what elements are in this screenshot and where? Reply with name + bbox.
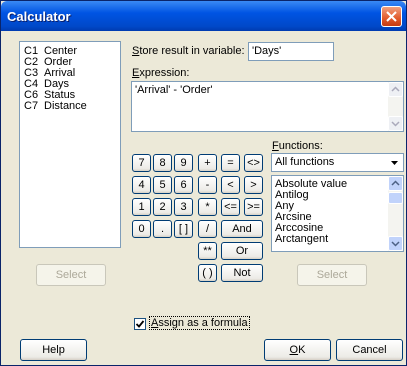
key-6-button[interactable]: 6 — [174, 176, 193, 194]
close-icon — [386, 11, 397, 22]
key-plus-label: + — [204, 157, 211, 169]
title-bar[interactable]: Calculator — [1, 1, 406, 31]
key-less-equal-label: <= — [224, 201, 237, 213]
assign-formula-checkbox[interactable] — [134, 318, 146, 330]
key-5-button[interactable]: 5 — [153, 176, 172, 194]
scroll-up-button[interactable] — [388, 82, 403, 97]
functions-label: Functions: — [272, 140, 323, 152]
key-less-than-button[interactable]: < — [221, 176, 240, 194]
key-1-label: 1 — [138, 201, 145, 213]
function-category-value: All functions — [275, 156, 335, 168]
expression-scrollbar[interactable] — [388, 82, 403, 131]
key-0-button[interactable]: 0 — [132, 220, 151, 238]
close-button[interactable] — [381, 6, 402, 27]
function-category-select[interactable]: All functions — [271, 153, 404, 172]
key-equals-label: = — [227, 157, 234, 169]
key-4-label: 4 — [138, 179, 145, 191]
key-2-button[interactable]: 2 — [153, 198, 172, 216]
column-name: Distance — [44, 100, 87, 112]
key-multiply-label: * — [205, 201, 210, 213]
key-brackets-button[interactable]: [ ] — [174, 220, 193, 238]
calculator-dialog: Calculator C1 Center C2 Order C3 Arrival C4 Day… — [0, 0, 407, 366]
functions-scrollbar[interactable] — [388, 176, 403, 251]
assign-formula-label[interactable]: Assign as a formula — [149, 316, 250, 330]
key-3-button[interactable]: 3 — [174, 198, 193, 216]
key-plus-button[interactable]: + — [198, 154, 217, 172]
key-3-label: 3 — [180, 201, 187, 213]
key-greater-equal-label: >= — [247, 201, 260, 213]
store-result-label: Store result in variable: — [132, 45, 245, 57]
checkmark-icon — [135, 320, 145, 328]
key-brackets-label: [ ] — [178, 223, 189, 235]
key-not-equal-button[interactable]: <> — [244, 154, 263, 172]
key-8-label: 8 — [159, 157, 166, 169]
help-label: Help — [42, 344, 65, 356]
key-multiply-button[interactable]: * — [198, 198, 217, 216]
scroll-down-button[interactable] — [388, 236, 403, 251]
key-decimal-button[interactable]: . — [153, 220, 172, 238]
key-0-label: 0 — [138, 223, 145, 235]
key-greater-than-label: > — [250, 179, 257, 191]
cancel-button[interactable]: Cancel — [336, 339, 403, 361]
store-result-value: 'Days' — [252, 45, 282, 57]
key-7-label: 7 — [138, 157, 145, 169]
help-button[interactable]: Help — [20, 339, 87, 361]
column-id: C7 — [24, 100, 39, 112]
function-item[interactable]: Arctangent — [275, 233, 328, 245]
expression-label: Expression: — [132, 67, 190, 79]
select-function-label: Select — [316, 269, 348, 281]
key-1-button[interactable]: 1 — [132, 198, 151, 216]
key-2-label: 2 — [159, 201, 166, 213]
key-or-label: Or — [235, 245, 249, 257]
key-minus-label: - — [205, 179, 210, 191]
chevron-down-icon — [391, 121, 400, 127]
column-item[interactable]: C7 Distance — [24, 100, 87, 112]
key-and-button[interactable]: And — [221, 220, 263, 238]
expression-value: 'Arrival' - 'Order' — [135, 84, 213, 96]
key-not-equal-label: <> — [247, 157, 260, 169]
key-6-label: 6 — [180, 179, 187, 191]
key-or-button[interactable]: Or — [221, 242, 263, 260]
window-title: Calculator — [7, 9, 71, 24]
select-column-label: Select — [55, 269, 87, 281]
key-minus-button[interactable]: - — [198, 176, 217, 194]
ok-label: OK — [289, 344, 306, 356]
key-power-label: ** — [203, 245, 212, 257]
key-5-label: 5 — [159, 179, 166, 191]
key-divide-button[interactable]: / — [198, 220, 217, 238]
key-and-label: And — [232, 223, 252, 235]
key-power-button[interactable]: ** — [198, 242, 217, 260]
key-parentheses-label: ( ) — [202, 267, 213, 279]
key-decimal-label: . — [160, 223, 165, 235]
key-less-than-label: < — [227, 179, 234, 191]
chevron-up-icon — [391, 180, 400, 186]
key-divide-label: / — [205, 223, 210, 235]
column-list[interactable]: C1 Center C2 Order C3 Arrival C4 Days C6 Status C7… — [19, 41, 121, 248]
chevron-down-icon — [391, 241, 400, 247]
key-4-button[interactable]: 4 — [132, 176, 151, 194]
scroll-up-button[interactable] — [388, 176, 403, 191]
key-greater-equal-button[interactable]: >= — [244, 198, 263, 216]
key-7-button[interactable]: 7 — [132, 154, 151, 172]
functions-list[interactable]: Absolute value Antilog Any Arcsine Arccosine… — [271, 175, 404, 252]
cancel-label: Cancel — [352, 344, 387, 356]
key-9-button[interactable]: 9 — [174, 154, 193, 172]
key-not-button[interactable]: Not — [221, 264, 263, 282]
expression-input[interactable]: 'Arrival' - 'Order' — [131, 81, 404, 132]
select-function-button[interactable]: Select — [297, 264, 367, 286]
key-greater-than-button[interactable]: > — [244, 176, 263, 194]
select-column-button[interactable]: Select — [36, 264, 106, 286]
ok-button[interactable]: OK — [264, 339, 331, 361]
store-result-input[interactable]: 'Days' — [248, 42, 334, 61]
key-9-label: 9 — [180, 157, 187, 169]
scroll-down-button[interactable] — [388, 116, 403, 131]
key-equals-button[interactable]: = — [221, 154, 240, 172]
chevron-up-icon — [391, 86, 400, 92]
chevron-down-icon[interactable] — [387, 155, 402, 170]
key-not-label: Not — [233, 267, 251, 279]
key-less-equal-button[interactable]: <= — [221, 198, 240, 216]
key-parentheses-button[interactable]: ( ) — [198, 264, 217, 282]
scroll-thumb[interactable] — [388, 192, 403, 204]
key-8-button[interactable]: 8 — [153, 154, 172, 172]
